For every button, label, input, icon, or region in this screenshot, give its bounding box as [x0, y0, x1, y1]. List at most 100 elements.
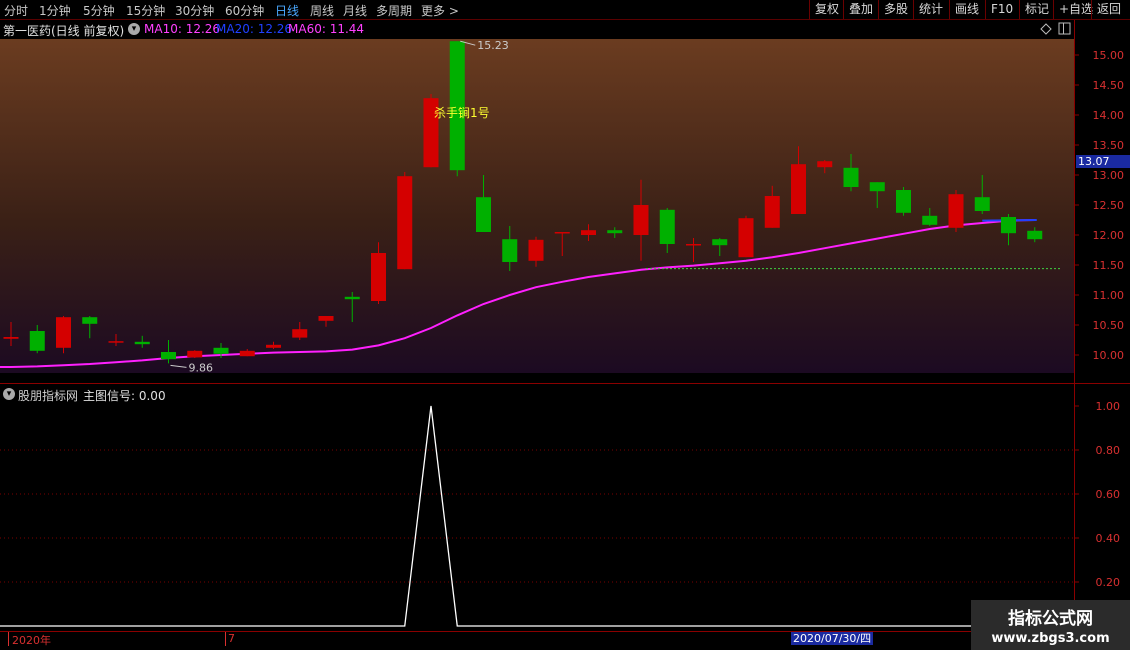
- price-tick-label: 13.50: [1093, 139, 1125, 152]
- candle-body: [791, 164, 806, 214]
- candle: [56, 316, 71, 354]
- indicator-signal: 主图信号: 0.00: [83, 389, 166, 403]
- price-tick-label: 14.00: [1093, 109, 1125, 122]
- month-tick: [225, 632, 226, 646]
- indicator-axis: 1.00 0.80 0.60 0.40 0.20: [1074, 400, 1120, 589]
- low-price-label: 9.86: [189, 361, 214, 374]
- ma10-label: MA10: 12.26: [144, 22, 221, 36]
- candle-body: [843, 167, 859, 187]
- candle-body: [502, 239, 518, 262]
- f10-button[interactable]: F10: [985, 0, 1018, 19]
- indicator-tick-label: 1.00: [1096, 400, 1121, 413]
- candle-body: [239, 350, 255, 357]
- stock-title[interactable]: 第一医药(日线 前复权): [3, 22, 124, 39]
- candle-body: [292, 329, 308, 338]
- period-tab-30min[interactable]: 30分钟: [175, 2, 214, 19]
- candle-body: [29, 331, 45, 351]
- indicator-tick-label: 0.40: [1096, 532, 1121, 545]
- period-tab-daily[interactable]: 日线: [275, 2, 299, 19]
- draw-line-button[interactable]: 画线: [949, 0, 984, 19]
- candle-body: [633, 205, 649, 235]
- overlay-button[interactable]: 叠加: [843, 0, 878, 19]
- price-axis: 15.00 14.50 14.00 13.50 13.00 12.50 12.00 11.50…: [1074, 49, 1124, 362]
- candle-body: [213, 347, 229, 354]
- candle-body: [1001, 217, 1016, 234]
- price-tick-label: 12.50: [1093, 199, 1125, 212]
- price-tick-label: 10.50: [1093, 319, 1125, 332]
- candle-body: [82, 317, 98, 324]
- price-tick-label: 14.50: [1093, 79, 1125, 92]
- dropdown-icon[interactable]: ▾: [128, 23, 140, 35]
- candle-body: [764, 196, 780, 228]
- watermark-title: 指标公式网: [1008, 609, 1093, 629]
- candle: [948, 190, 964, 232]
- period-tab-5min[interactable]: 5分钟: [83, 2, 115, 19]
- statistics-button[interactable]: 统计: [913, 0, 948, 19]
- period-tab-60min[interactable]: 60分钟: [225, 2, 264, 19]
- candle-body: [554, 232, 570, 234]
- ma20-label: MA20: 12.26: [216, 22, 293, 36]
- candle: [397, 172, 413, 270]
- candle-body: [3, 337, 19, 339]
- candle-body: [581, 230, 596, 235]
- year-label: 2020年: [12, 634, 51, 647]
- period-tab-multi[interactable]: 多周期: [376, 2, 412, 19]
- period-tab-more[interactable]: 更多 >: [421, 2, 459, 19]
- signal-label: 杀手锏1号: [434, 105, 490, 120]
- restore-rights-button[interactable]: 复权: [809, 0, 844, 19]
- indicator-line: [0, 405, 1074, 627]
- indicator-tick-label: 0.20: [1096, 576, 1121, 589]
- candle-body: [817, 161, 833, 168]
- period-tab-fenshi[interactable]: 分时: [4, 2, 28, 19]
- candle-body: [922, 215, 938, 225]
- indicator-dropdown-icon[interactable]: ▾: [3, 388, 15, 400]
- price-tick-label: 11.50: [1093, 259, 1125, 272]
- indicator-tick-label: 0.60: [1096, 488, 1121, 501]
- mark-button[interactable]: 标记: [1019, 0, 1054, 19]
- ma60-label: MA60: 11.44: [288, 22, 365, 36]
- candle-body: [1027, 230, 1043, 240]
- candle-body: [266, 344, 281, 348]
- multi-stock-button[interactable]: 多股: [878, 0, 913, 19]
- candle-body: [948, 194, 964, 228]
- candle-body: [344, 296, 360, 300]
- candle-body: [528, 239, 544, 261]
- period-tab-monthly[interactable]: 月线: [343, 2, 367, 19]
- period-tab-1min[interactable]: 1分钟: [39, 2, 71, 19]
- candle-body: [161, 352, 176, 360]
- kline-chart[interactable]: 15.00 14.50 14.00 13.50 13.00 12.50 12.00 11.50…: [0, 20, 1130, 632]
- candle-body: [187, 350, 203, 358]
- period-tab-15min[interactable]: 15分钟: [126, 2, 165, 19]
- price-tick-label: 11.00: [1093, 289, 1125, 302]
- period-toolbar: 分时 1分钟 5分钟 15分钟 30分钟 60分钟 日线 周线 月线 多周期 更…: [0, 0, 1130, 20]
- candle-body: [712, 239, 728, 246]
- back-button[interactable]: 返回: [1091, 0, 1126, 19]
- candle: [187, 350, 203, 358]
- indicator-name[interactable]: 股朋指标网: [18, 387, 78, 404]
- current-price-tag: 13.07: [1076, 155, 1130, 168]
- candle: [896, 187, 911, 216]
- candle-body: [371, 253, 386, 301]
- candle-body: [607, 230, 623, 234]
- date-axis: 2020年 7 2020/07/30/四: [0, 632, 1130, 650]
- candle-body: [397, 176, 413, 270]
- chart-title-bar: 第一医药(日线 前复权) ▾ MA10: 12.26 MA20: 12.26 M…: [0, 20, 1074, 38]
- candle-body: [659, 209, 675, 244]
- candle-body: [974, 197, 990, 211]
- high-price-label: 15.23: [477, 39, 509, 52]
- candle: [423, 94, 439, 168]
- indicator-tick-label: 0.80: [1096, 444, 1121, 457]
- site-watermark: 指标公式网 www.zbgs3.com: [971, 600, 1130, 650]
- period-tab-weekly[interactable]: 周线: [310, 2, 334, 19]
- main-chart-background: [0, 39, 1074, 373]
- candle-body: [686, 244, 701, 246]
- candle-body: [108, 341, 124, 343]
- candle-body: [869, 182, 885, 192]
- price-tick-label: 15.00: [1093, 49, 1125, 62]
- candle-body: [476, 197, 491, 232]
- candle-body: [318, 316, 334, 321]
- candle-body: [134, 341, 150, 345]
- candle: [738, 215, 754, 258]
- indicator-grid: [0, 449, 1074, 583]
- price-tick-label: 10.00: [1093, 349, 1125, 362]
